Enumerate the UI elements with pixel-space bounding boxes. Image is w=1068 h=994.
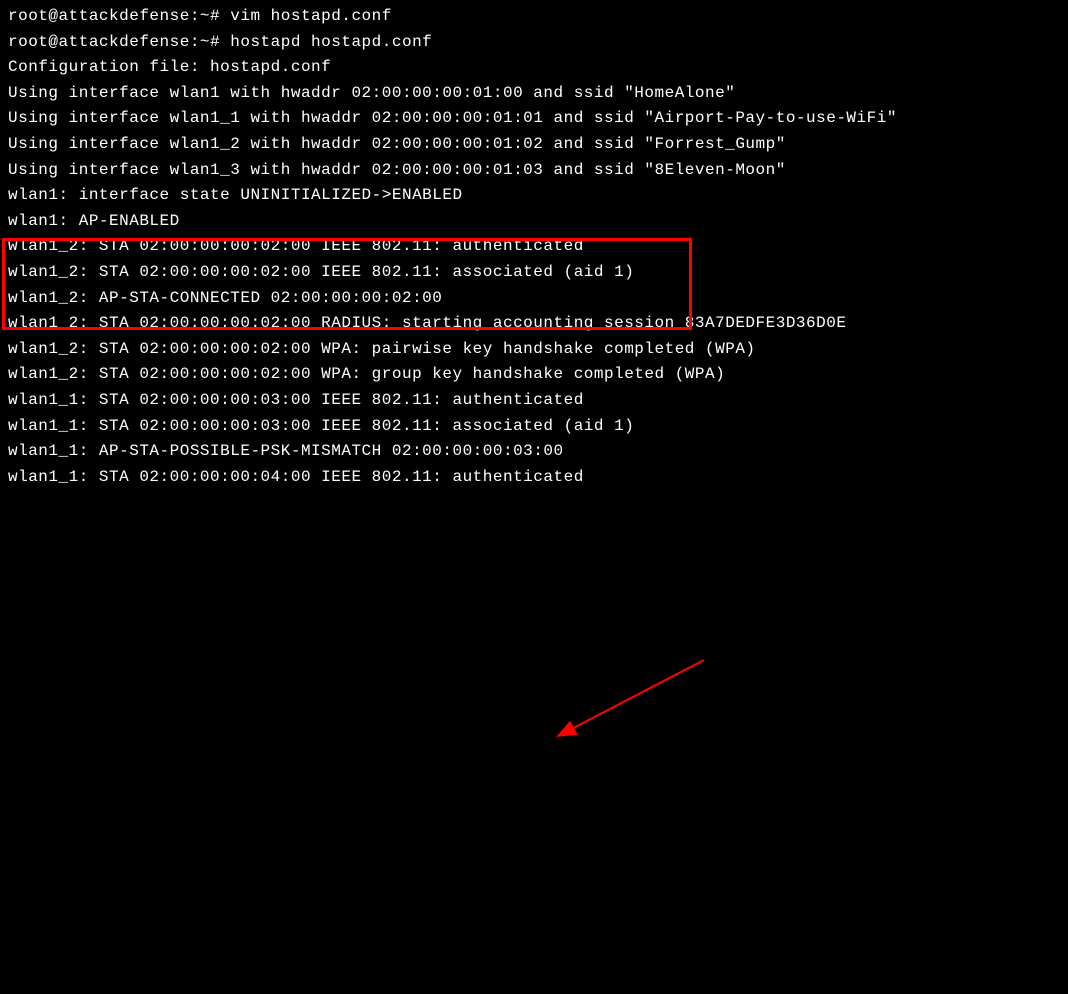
terminal-line: Configuration file: hostapd.conf xyxy=(8,55,1060,81)
terminal-line: root@attackdefense:~# hostapd hostapd.co… xyxy=(8,30,1060,56)
terminal-line: wlan1_2: STA 02:00:00:00:02:00 IEEE 802.… xyxy=(8,234,1060,260)
terminal-line: wlan1_2: STA 02:00:00:00:02:00 WPA: pair… xyxy=(8,337,1060,363)
terminal-line: wlan1_1: STA 02:00:00:00:03:00 IEEE 802.… xyxy=(8,414,1060,440)
terminal-line: Using interface wlan1_2 with hwaddr 02:0… xyxy=(8,132,1060,158)
annotation-arrow xyxy=(8,490,1068,994)
terminal-line: wlan1_1: STA 02:00:00:00:03:00 IEEE 802.… xyxy=(8,388,1060,414)
terminal-line: wlan1_2: STA 02:00:00:00:02:00 RADIUS: s… xyxy=(8,311,1060,337)
terminal-line: wlan1_2: AP-STA-CONNECTED 02:00:00:00:02… xyxy=(8,286,1060,312)
terminal-line: Using interface wlan1 with hwaddr 02:00:… xyxy=(8,81,1060,107)
terminal-line: wlan1_1: STA 02:00:00:00:04:00 IEEE 802.… xyxy=(8,465,1060,491)
terminal-line: wlan1: interface state UNINITIALIZED->EN… xyxy=(8,183,1060,209)
terminal-line: wlan1_2: STA 02:00:00:00:02:00 WPA: grou… xyxy=(8,362,1060,388)
terminal-output: root@attackdefense:~# vim hostapd.confro… xyxy=(8,4,1060,490)
terminal-line: wlan1_2: STA 02:00:00:00:02:00 IEEE 802.… xyxy=(8,260,1060,286)
terminal-line: Using interface wlan1_3 with hwaddr 02:0… xyxy=(8,158,1060,184)
terminal-line: wlan1: AP-ENABLED xyxy=(8,209,1060,235)
terminal-line: Using interface wlan1_1 with hwaddr 02:0… xyxy=(8,106,1060,132)
terminal-line: wlan1_1: AP-STA-POSSIBLE-PSK-MISMATCH 02… xyxy=(8,439,1060,465)
terminal-line: root@attackdefense:~# vim hostapd.conf xyxy=(8,4,1060,30)
